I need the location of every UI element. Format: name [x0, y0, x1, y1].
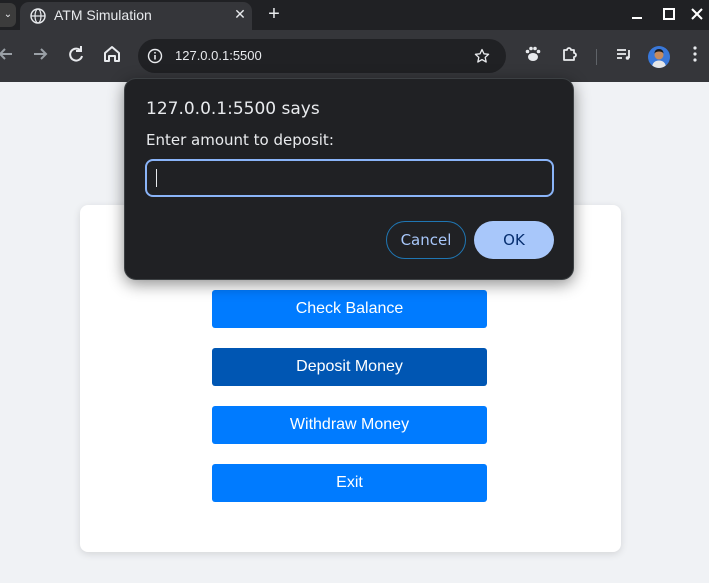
- deposit-money-button[interactable]: Deposit Money: [212, 348, 487, 386]
- prompt-dialog: 127.0.0.1:5500 says Enter amount to depo…: [124, 78, 574, 280]
- dialog-title: 127.0.0.1:5500 says: [146, 99, 320, 119]
- text-caret: [156, 169, 157, 187]
- url-text: 127.0.0.1:5500: [175, 48, 262, 63]
- browser-toolbar: 127.0.0.1:5500: [0, 30, 709, 82]
- cancel-button[interactable]: Cancel: [386, 221, 466, 259]
- toolbar-separator: [596, 49, 597, 65]
- withdraw-money-button[interactable]: Withdraw Money: [212, 406, 487, 444]
- globe-icon: [30, 8, 46, 24]
- profile-avatar-icon: [648, 46, 670, 68]
- bookmark-star-icon[interactable]: [474, 48, 490, 64]
- ok-button[interactable]: OK: [474, 221, 554, 259]
- paw-extension-icon[interactable]: [521, 42, 545, 66]
- media-controls-icon[interactable]: [612, 42, 636, 66]
- minimize-icon[interactable]: [626, 3, 648, 25]
- forward-icon[interactable]: [28, 42, 52, 66]
- check-balance-button[interactable]: Check Balance: [212, 290, 487, 328]
- reload-icon[interactable]: [64, 42, 88, 66]
- address-bar[interactable]: 127.0.0.1:5500: [138, 39, 506, 73]
- new-tab-icon[interactable]: +: [262, 3, 286, 27]
- exit-button[interactable]: Exit: [212, 464, 487, 502]
- maximize-icon[interactable]: [658, 3, 680, 25]
- extensions-puzzle-icon[interactable]: [558, 42, 582, 66]
- site-info-icon[interactable]: [147, 48, 163, 64]
- tab-title: ATM Simulation: [54, 7, 152, 23]
- profile-avatar[interactable]: [648, 46, 670, 68]
- home-icon[interactable]: [100, 42, 124, 66]
- dialog-message: Enter amount to deposit:: [146, 131, 334, 149]
- tab-strip: ⌄ ATM Simulation ✕ +: [0, 0, 709, 30]
- close-window-icon[interactable]: [686, 3, 708, 25]
- back-icon[interactable]: [0, 42, 18, 66]
- tab-close-icon[interactable]: ✕: [230, 5, 250, 25]
- more-menu-icon[interactable]: [683, 42, 707, 66]
- tab-atm-simulation[interactable]: ATM Simulation ✕: [20, 2, 252, 30]
- tab-search-chevron-icon[interactable]: ⌄: [0, 3, 16, 27]
- deposit-amount-input[interactable]: [145, 159, 554, 197]
